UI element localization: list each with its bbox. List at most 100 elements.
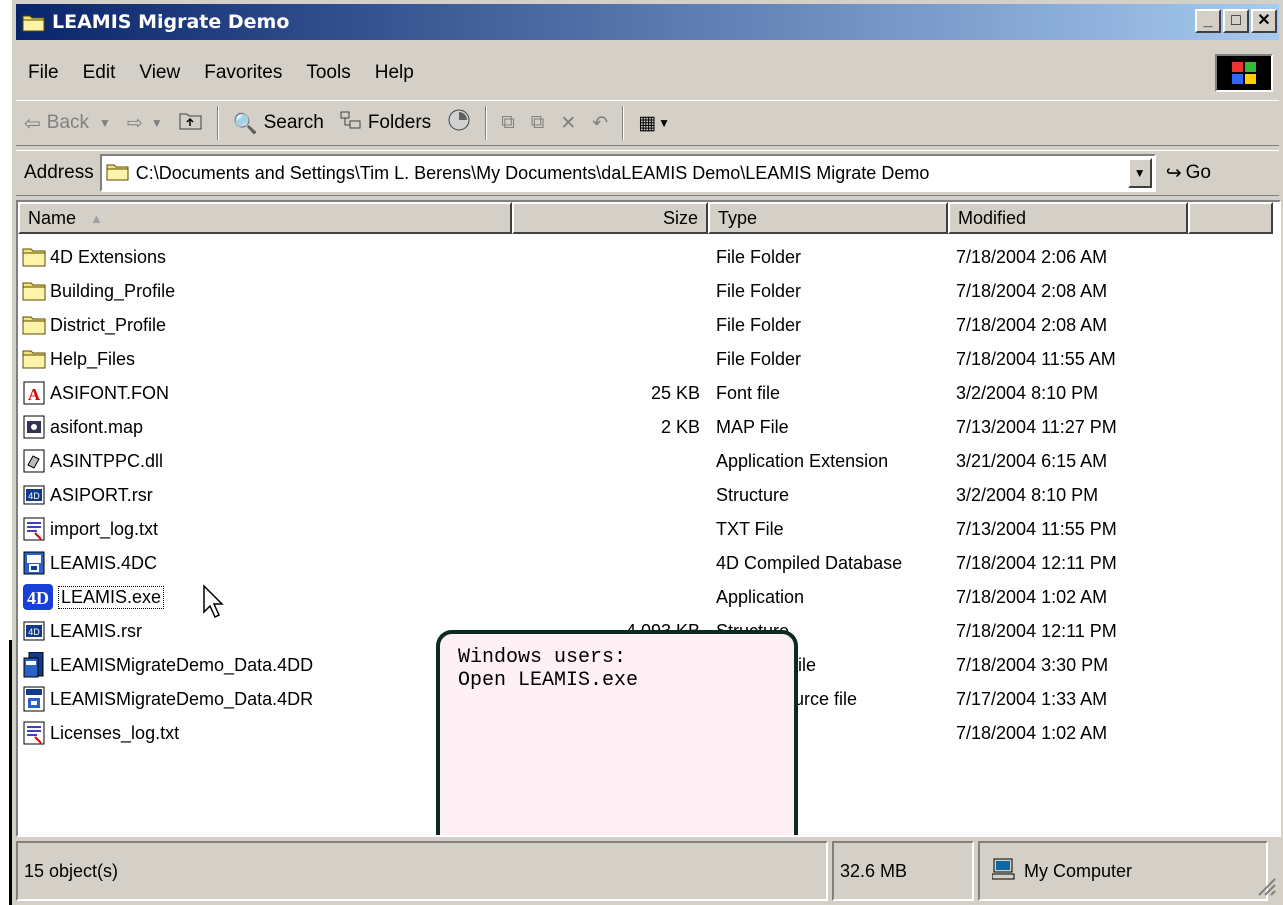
file-type: 4D Compiled Database bbox=[716, 552, 903, 573]
file-row[interactable]: 4D ASIPORT.rsr Structure 3/2/2004 8:10 PM bbox=[18, 478, 1279, 512]
file-name: Building_Profile bbox=[50, 280, 176, 301]
dll-icon bbox=[22, 449, 46, 473]
menu-edit[interactable]: Edit bbox=[71, 62, 128, 84]
copy-to-button[interactable]: ⧉ bbox=[523, 104, 553, 142]
menu-file[interactable]: File bbox=[16, 62, 71, 84]
svg-text:4D: 4D bbox=[28, 627, 40, 637]
address-bar: Address C:\Documents and Settings\Tim L.… bbox=[16, 150, 1279, 196]
file-name: ASIPORT.rsr bbox=[50, 484, 153, 505]
file-name-cell[interactable]: 4D Extensions bbox=[18, 245, 512, 269]
file-modified: 3/2/2004 8:10 PM bbox=[956, 484, 1099, 505]
file-type: Structure bbox=[716, 484, 790, 505]
search-button[interactable]: 🔍 Search bbox=[225, 104, 332, 142]
close-button[interactable]: ✕ bbox=[1251, 9, 1277, 33]
file-modified: 3/21/2004 6:15 AM bbox=[956, 450, 1108, 471]
file-row[interactable]: Building_Profile File Folder 7/18/2004 2:0… bbox=[18, 274, 1279, 308]
move-to-button[interactable]: ⧉ bbox=[493, 104, 523, 142]
folders-icon bbox=[340, 110, 362, 136]
file-name-cell[interactable]: asifont.map bbox=[18, 415, 512, 439]
column-header-modified[interactable]: Modified bbox=[948, 202, 1188, 234]
rsr-icon: 4D bbox=[22, 619, 46, 643]
resize-grip[interactable] bbox=[1253, 873, 1277, 897]
go-button[interactable]: ↪ Go bbox=[1166, 162, 1211, 185]
file-modified: 7/17/2004 1:33 AM bbox=[956, 688, 1108, 709]
menu-help[interactable]: Help bbox=[363, 62, 426, 84]
file-name-cell[interactable]: 4D LEAMIS.exe bbox=[18, 584, 512, 610]
standard-toolbar: ⇦ Back ▼ ⇨ ▼ 🔍 Search Folders ⧉ ⧉ ✕ ↶ ▦ ▼ bbox=[16, 100, 1279, 146]
file-modified: 7/18/2004 1:02 AM bbox=[956, 586, 1108, 607]
history-icon bbox=[447, 108, 471, 138]
move-to-icon: ⧉ bbox=[501, 112, 515, 133]
address-field[interactable]: C:\Documents and Settings\Tim L. Berens\… bbox=[99, 154, 1156, 192]
file-name: 4D Extensions bbox=[50, 246, 167, 267]
file-name-cell[interactable]: LEAMIS.4DC bbox=[18, 551, 512, 575]
4d-app-icon: 4D bbox=[22, 584, 54, 610]
history-button[interactable] bbox=[439, 104, 479, 142]
window-title: LEAMIS Migrate Demo bbox=[52, 11, 290, 33]
file-name-cell[interactable]: 4D ASIPORT.rsr bbox=[18, 483, 512, 507]
search-label: Search bbox=[263, 112, 324, 133]
file-row[interactable]: District_Profile File Folder 7/18/2004 2:0… bbox=[18, 308, 1279, 342]
file-row[interactable]: asifont.map 2 KB MAP File 7/13/2004 11:27 P… bbox=[18, 410, 1279, 444]
title-bar[interactable]: LEAMIS Migrate Demo _ □ ✕ bbox=[16, 4, 1279, 40]
column-header-name[interactable]: Name ▲ bbox=[18, 202, 512, 234]
file-list-view[interactable]: Name ▲ Size Type Modified 4D Extensions Fi… bbox=[16, 200, 1281, 837]
my-computer-icon bbox=[991, 858, 1016, 885]
file-row[interactable]: 4D Extensions File Folder 7/18/2004 2:06 A… bbox=[18, 240, 1279, 274]
map-icon bbox=[22, 415, 46, 439]
file-modified: 7/13/2004 11:27 PM bbox=[956, 416, 1117, 437]
folders-label: Folders bbox=[367, 112, 432, 133]
file-name: Licenses_log.txt bbox=[50, 722, 180, 743]
file-name: LEAMIS.exe bbox=[58, 585, 165, 609]
menu-tools[interactable]: Tools bbox=[294, 62, 362, 84]
txt-icon bbox=[22, 721, 46, 745]
column-modified-label: Modified bbox=[958, 207, 1027, 228]
address-dropdown-button[interactable]: ▼ bbox=[1127, 158, 1152, 188]
file-name-cell[interactable]: Help_Files bbox=[18, 347, 512, 371]
copy-to-icon: ⧉ bbox=[530, 112, 545, 133]
file-modified: 3/2/2004 8:10 PM bbox=[956, 382, 1099, 403]
folders-button[interactable]: Folders bbox=[332, 104, 439, 142]
delete-button[interactable]: ✕ bbox=[552, 104, 584, 142]
folder-icon bbox=[22, 347, 46, 371]
menu-favorites[interactable]: Favorites bbox=[192, 62, 294, 84]
minimize-button[interactable]: _ bbox=[1195, 9, 1221, 33]
back-button[interactable]: ⇦ Back ▼ bbox=[16, 104, 119, 142]
column-header-size[interactable]: Size bbox=[512, 202, 708, 234]
file-name-cell[interactable]: District_Profile bbox=[18, 313, 512, 337]
rsr-icon: 4D bbox=[22, 483, 46, 507]
file-modified: 7/18/2004 3:30 PM bbox=[956, 654, 1109, 675]
column-size-label: Size bbox=[662, 207, 698, 228]
go-arrow-icon: ↪ bbox=[1165, 162, 1182, 184]
file-name-cell[interactable]: Building_Profile bbox=[18, 279, 512, 303]
file-type: Application Extension bbox=[716, 450, 889, 471]
status-zone-label: My Computer bbox=[1024, 860, 1133, 881]
column-header-type[interactable]: Type bbox=[708, 202, 948, 234]
file-row[interactable]: import_log.txt TXT File 7/13/2004 11:55 PM bbox=[18, 512, 1279, 546]
up-folder-button[interactable] bbox=[171, 104, 211, 142]
undo-icon: ↶ bbox=[592, 112, 609, 134]
4dr-icon bbox=[22, 686, 46, 712]
column-header-empty bbox=[1188, 202, 1273, 234]
file-name-cell[interactable]: ASINTPPC.dll bbox=[18, 449, 512, 473]
views-button[interactable]: ▦ ▼ bbox=[630, 104, 678, 142]
file-row[interactable]: ASINTPPC.dll Application Extension 3/21/20… bbox=[18, 444, 1279, 478]
file-row[interactable]: A ASIFONT.FON 25 KB Font file 3/2/2004 8:10 … bbox=[18, 376, 1279, 410]
file-row[interactable]: Help_Files File Folder 7/18/2004 11:55 AM bbox=[18, 342, 1279, 376]
4dc-icon bbox=[22, 551, 46, 575]
file-name-cell[interactable]: A ASIFONT.FON bbox=[18, 381, 512, 405]
file-name-cell[interactable]: import_log.txt bbox=[18, 517, 512, 541]
file-row[interactable]: LEAMIS.4DC 4D Compiled Database 7/18/2004 … bbox=[18, 546, 1279, 580]
address-path: C:\Documents and Settings\Tim L. Berens\… bbox=[135, 162, 930, 183]
svg-text:A: A bbox=[28, 385, 41, 404]
menu-view[interactable]: View bbox=[127, 62, 192, 84]
background-strip bbox=[0, 0, 12, 905]
explorer-window: LEAMIS Migrate Demo _ □ ✕ File Edit View… bbox=[12, 0, 1283, 905]
forward-button[interactable]: ⇨ ▼ bbox=[119, 104, 171, 142]
sort-ascending-icon: ▲ bbox=[90, 210, 103, 226]
delete-icon: ✕ bbox=[560, 112, 577, 134]
undo-button[interactable]: ↶ bbox=[584, 104, 616, 142]
forward-arrow-icon: ⇨ bbox=[126, 112, 143, 134]
maximize-button[interactable]: □ bbox=[1223, 9, 1249, 33]
status-object-count: 15 object(s) bbox=[16, 841, 828, 901]
